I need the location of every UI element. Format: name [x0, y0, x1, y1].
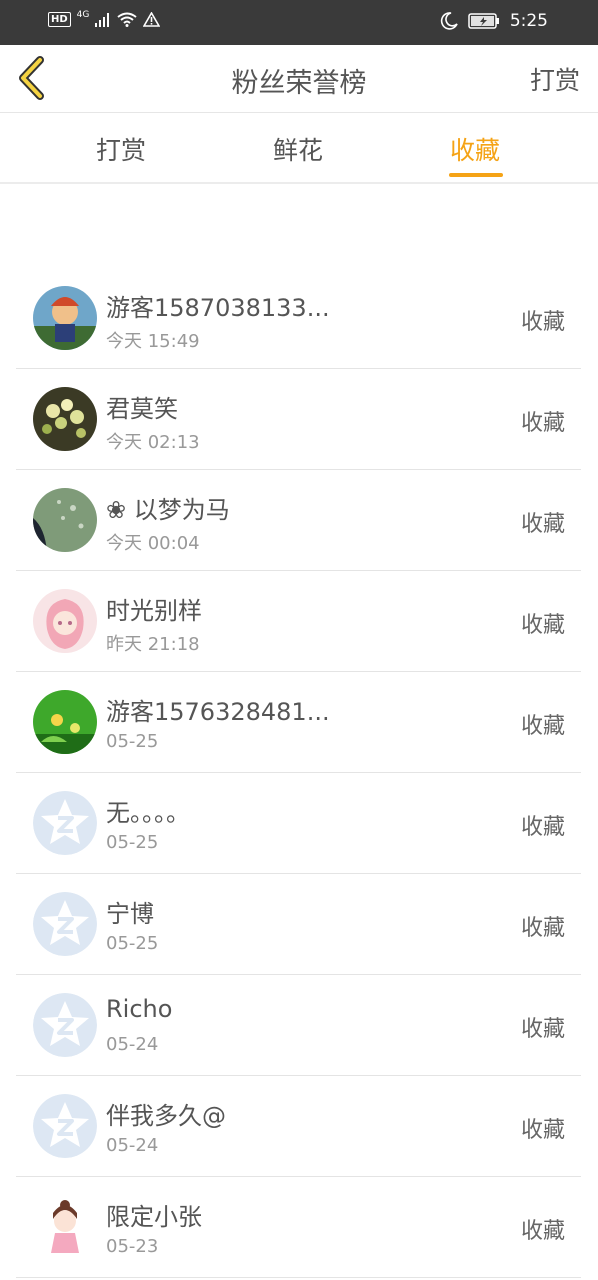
user-name: 宁博	[106, 900, 154, 928]
action-label: 收藏	[520, 411, 565, 436]
list-item[interactable]: 君莫笑 今天 02:13 收藏	[16, 369, 581, 470]
timestamp: 05-24	[106, 1135, 159, 1156]
battery-icon	[468, 13, 499, 29]
default-avatar	[33, 892, 97, 956]
action-label: 收藏	[520, 1118, 565, 1143]
default-avatar	[33, 1094, 97, 1158]
timestamp: 05-24	[106, 1034, 159, 1055]
clock: 5:25	[509, 11, 548, 31]
user-name: 游客1587038133...	[106, 294, 330, 322]
default-avatar	[33, 993, 97, 1057]
moon-icon	[440, 12, 458, 30]
qq-star-icon	[33, 993, 97, 1057]
avatar	[33, 1195, 97, 1259]
status-right: 5:25	[440, 11, 548, 31]
tab-active-indicator	[449, 173, 503, 177]
default-avatar	[33, 791, 97, 855]
qq-star-icon	[33, 1094, 97, 1158]
page-title: 粉丝荣誉榜	[231, 68, 367, 99]
user-name: 君莫笑	[106, 395, 178, 423]
timestamp: 05-25	[106, 933, 159, 954]
fan-list: 游客1587038133... 今天 15:49 收藏 君莫笑 今天 02:13…	[0, 268, 598, 1278]
nav-bar: 粉丝荣誉榜 打赏	[0, 45, 598, 113]
user-name: 伴我多久@	[106, 1102, 226, 1130]
timestamp: 05-25	[106, 832, 159, 853]
list-item[interactable]: 伴我多久@ 05-24 收藏	[16, 1076, 581, 1177]
action-label: 收藏	[520, 512, 565, 537]
action-label: 收藏	[520, 613, 565, 638]
list-item[interactable]: 时光别样 昨天 21:18 收藏	[16, 571, 581, 672]
action-label: 收藏	[520, 310, 565, 335]
action-label: 收藏	[520, 916, 565, 941]
action-label: 收藏	[520, 1017, 565, 1042]
list-item[interactable]: 游客1576328481... 05-25 收藏	[16, 672, 581, 773]
list-item[interactable]: 限定小张 05-23 收藏	[16, 1177, 581, 1278]
list-item[interactable]: 无。。。。 05-25 收藏	[16, 773, 581, 874]
user-name: ❀ 以梦为马	[106, 496, 230, 524]
qq-star-icon	[33, 791, 97, 855]
tab-bar: 打赏 鲜花 收藏	[0, 113, 598, 184]
list-item[interactable]: Richo 05-24 收藏	[16, 975, 581, 1076]
avatar	[33, 286, 97, 350]
hd-badge: HD	[48, 12, 71, 27]
reward-button[interactable]: 打赏	[530, 61, 580, 97]
avatar	[33, 387, 97, 451]
user-name: 时光别样	[106, 597, 202, 625]
status-bar: HD 4G 5:25	[0, 0, 598, 45]
list-item[interactable]: 宁博 05-25 收藏	[16, 874, 581, 975]
user-name: Richo	[106, 995, 173, 1023]
avatar	[33, 690, 97, 754]
timestamp: 今天 15:49	[106, 331, 200, 352]
signal-icon	[95, 12, 110, 27]
status-left: HD 4G	[48, 9, 161, 27]
user-name: 限定小张	[106, 1203, 202, 1231]
qq-star-icon	[33, 892, 97, 956]
warning-icon	[143, 12, 161, 27]
avatar	[33, 589, 97, 653]
tab-flowers[interactable]: 鲜花	[273, 131, 323, 167]
timestamp: 今天 00:04	[106, 533, 200, 554]
action-label: 收藏	[520, 815, 565, 840]
timestamp: 昨天 21:18	[106, 634, 200, 655]
timestamp: 今天 02:13	[106, 432, 200, 453]
tab-reward[interactable]: 打赏	[96, 131, 146, 167]
user-name: 无。。。。	[106, 799, 190, 827]
action-label: 收藏	[520, 714, 565, 739]
action-label: 收藏	[520, 1219, 565, 1244]
timestamp: 05-25	[106, 731, 159, 752]
network-label: 4G	[76, 9, 90, 20]
list-item[interactable]: ❀ 以梦为马 今天 00:04 收藏	[16, 470, 581, 571]
list-item[interactable]: 游客1587038133... 今天 15:49 收藏	[16, 268, 581, 369]
avatar	[33, 488, 97, 552]
timestamp: 05-23	[106, 1236, 159, 1257]
user-name: 游客1576328481...	[106, 698, 330, 726]
tab-favorites[interactable]: 收藏	[450, 131, 500, 167]
wifi-icon	[117, 12, 137, 27]
